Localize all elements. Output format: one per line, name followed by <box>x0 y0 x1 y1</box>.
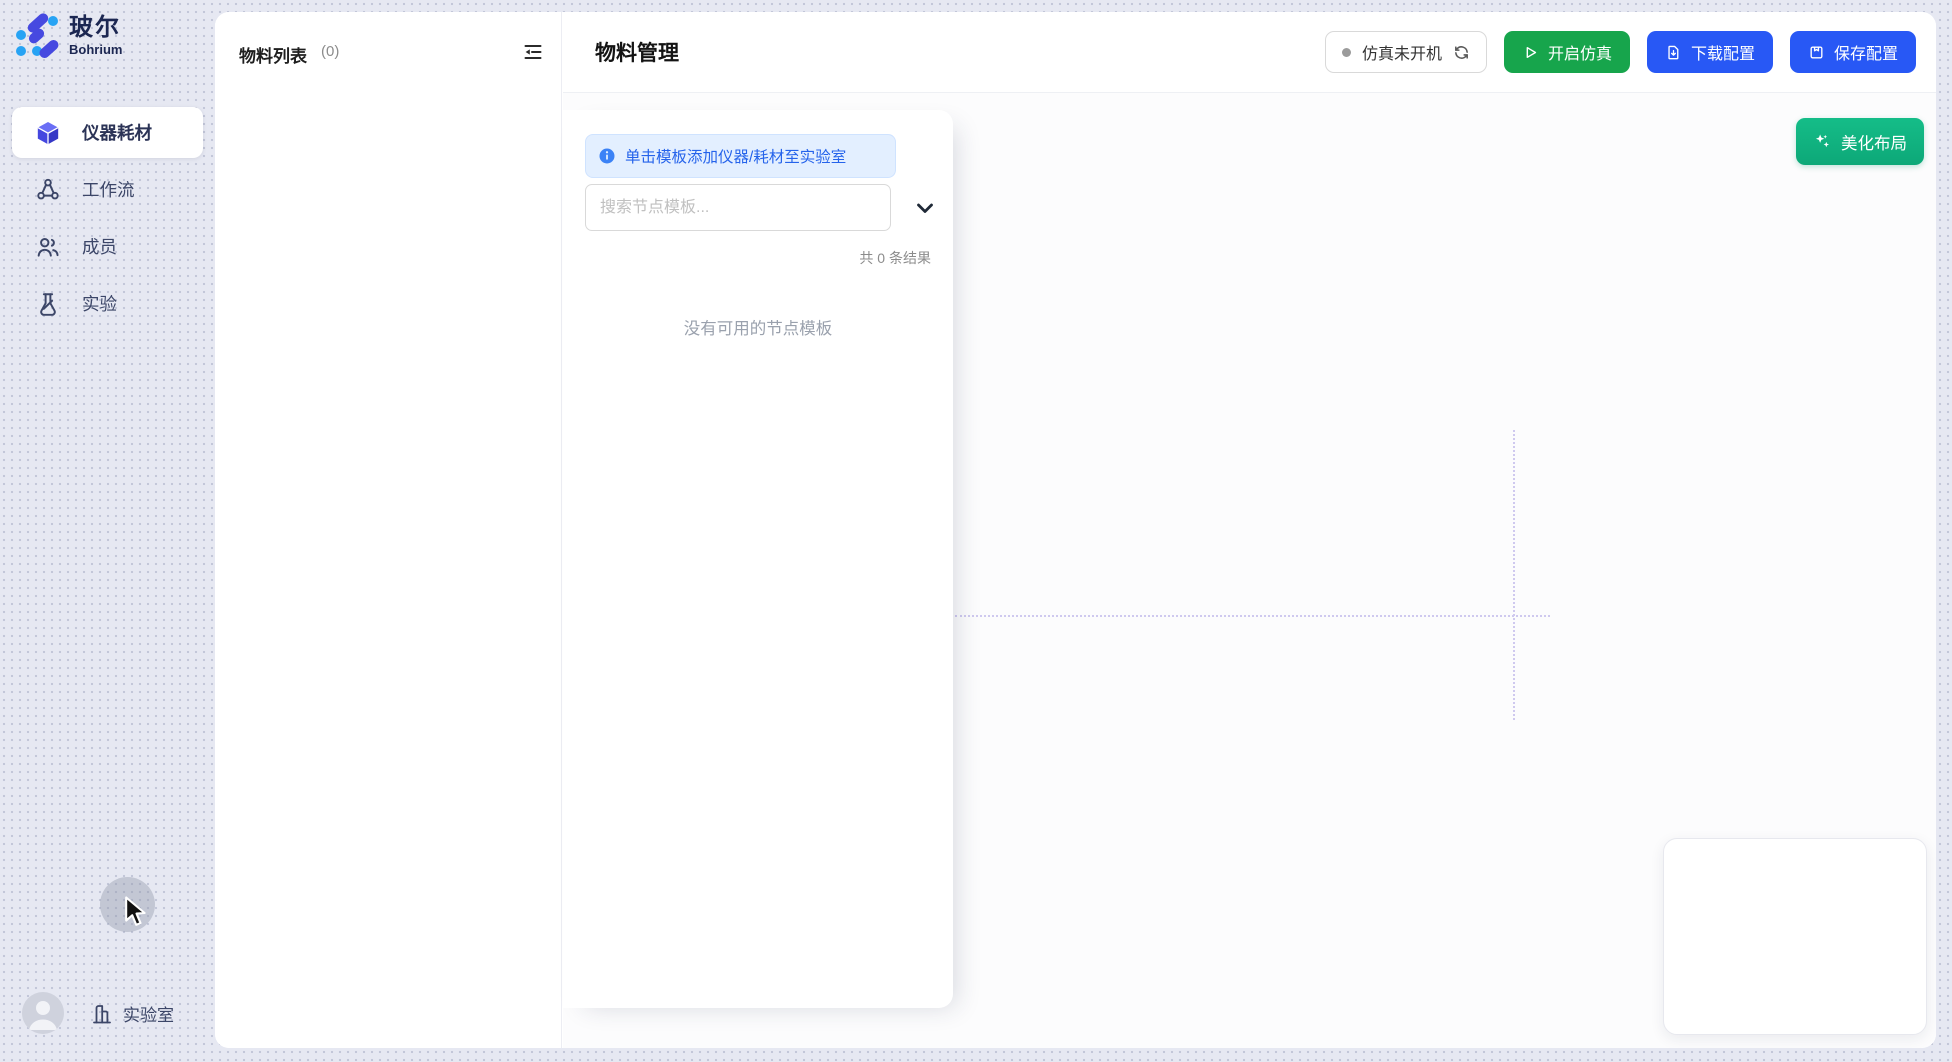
content-card: 物料列表 (0) 物料管理 仿真未开机 <box>215 12 1936 1048</box>
beautify-layout-button[interactable]: 美化布局 <box>1796 118 1924 165</box>
start-simulation-label: 开启仿真 <box>1548 40 1612 64</box>
sidebar-item-label: 仪器耗材 <box>82 120 152 145</box>
save-config-button[interactable]: 保存配置 <box>1790 31 1916 73</box>
canvas-guide-h <box>955 615 1550 617</box>
app-root: 玻尔 Bohrium 仪器耗材 工作流 <box>0 0 1952 1062</box>
brand-name-zh: 玻尔 <box>69 15 122 40</box>
play-icon <box>1522 44 1539 61</box>
download-config-label: 下载配置 <box>1691 40 1755 64</box>
search-template-input[interactable] <box>585 184 891 231</box>
status-dot-icon <box>1342 48 1351 57</box>
minimap[interactable] <box>1663 838 1927 1035</box>
hint-banner-text: 单击模板添加仪器/耗材至实验室 <box>625 145 846 167</box>
material-list-header: 物料列表 (0) <box>215 12 561 82</box>
brand-logo: 玻尔 Bohrium <box>14 13 122 59</box>
material-list-panel: 物料列表 (0) <box>215 12 562 1048</box>
canvas-guide-v <box>1513 430 1515 720</box>
workflow-icon <box>35 177 61 203</box>
mouse-cursor <box>123 896 153 930</box>
sidebar-item-label: 工作流 <box>82 177 135 202</box>
sidebar-item-members[interactable]: 成员 <box>12 221 203 272</box>
info-icon <box>598 147 616 165</box>
start-simulation-button[interactable]: 开启仿真 <box>1504 31 1630 73</box>
cube-icon <box>35 120 61 146</box>
user-avatar[interactable] <box>22 992 64 1034</box>
template-drawer: 单击模板添加仪器/耗材至实验室 共 0 条结果 没有可用的节点模板 <box>563 110 953 1008</box>
simulation-status-pill[interactable]: 仿真未开机 <box>1325 31 1487 73</box>
members-icon <box>35 234 61 260</box>
bohrium-logo-icon <box>14 13 60 59</box>
main-header: 物料管理 仿真未开机 开启仿真 <box>563 12 1936 93</box>
avatar-person-icon <box>22 992 64 1034</box>
collapse-panel-icon[interactable] <box>521 40 545 64</box>
page-title: 物料管理 <box>595 37 679 67</box>
laboratory-label: 实验室 <box>123 1001 174 1026</box>
experiment-icon <box>35 291 61 317</box>
sidebar-item-instruments[interactable]: 仪器耗材 <box>12 107 203 158</box>
refresh-icon[interactable] <box>1453 44 1470 61</box>
header-actions: 仿真未开机 开启仿真 <box>1325 31 1936 73</box>
empty-template-message: 没有可用的节点模板 <box>563 315 953 339</box>
building-icon <box>90 1002 114 1026</box>
sidebar-item-experiments[interactable]: 实验 <box>12 278 203 329</box>
sidebar-item-laboratory[interactable]: 实验室 <box>90 1001 174 1026</box>
sidebar-item-workflow[interactable]: 工作流 <box>12 164 203 215</box>
brand-name: 玻尔 Bohrium <box>69 15 122 57</box>
sidebar-item-label: 实验 <box>82 291 117 316</box>
beautify-layout-label: 美化布局 <box>1841 130 1907 154</box>
hint-banner: 单击模板添加仪器/耗材至实验室 <box>585 134 896 178</box>
material-list-count: (0) <box>321 43 339 60</box>
download-file-icon <box>1665 44 1682 61</box>
download-config-button[interactable]: 下载配置 <box>1647 31 1773 73</box>
result-count: 共 0 条结果 <box>859 248 931 268</box>
chevron-down-icon[interactable] <box>912 195 938 221</box>
simulation-status-label: 仿真未开机 <box>1362 40 1442 64</box>
material-list-title: 物料列表 <box>239 42 307 67</box>
brand-name-en: Bohrium <box>69 43 122 57</box>
save-icon <box>1808 44 1825 61</box>
save-config-label: 保存配置 <box>1834 40 1898 64</box>
sparkles-icon <box>1813 132 1832 151</box>
sidebar-item-label: 成员 <box>82 234 117 259</box>
